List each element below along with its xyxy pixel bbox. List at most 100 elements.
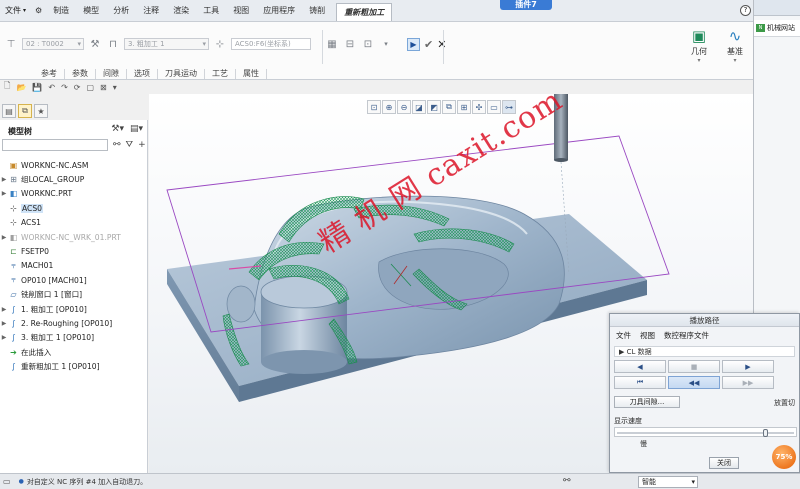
tree-item[interactable]: ⊏ FSETP0 <box>0 244 148 258</box>
tree-item[interactable]: ▶ ∫ 2. Re-Roughing [OP010] <box>0 316 148 330</box>
regenerate-icon[interactable]: ⟳ <box>74 83 81 92</box>
tree-item-label: ACS0 <box>21 203 44 213</box>
tab-applications[interactable]: 应用程序 <box>256 0 302 21</box>
display-icon[interactable]: ⊟ <box>343 37 357 51</box>
dialog-menu-file[interactable]: 文件 <box>616 330 631 341</box>
save-icon[interactable]: 💾 <box>32 83 42 92</box>
plugin-button[interactable]: 插件7 <box>500 0 552 10</box>
subtab-parameters[interactable]: 参数 <box>65 69 96 79</box>
tab-analysis[interactable]: 分析 <box>106 0 136 21</box>
subtab-options[interactable]: 选项 <box>127 69 158 79</box>
tree-settings-icon[interactable]: ⚒▾ <box>111 124 124 134</box>
subtab-references[interactable]: 参考 <box>34 69 65 79</box>
tab-tools[interactable]: 工具 <box>196 0 226 21</box>
find-icon[interactable]: ⚯ <box>563 476 571 486</box>
tab-annotate[interactable]: 注释 <box>136 0 166 21</box>
redo-icon[interactable]: ↷ <box>61 83 68 92</box>
dialog-menu-nc-file[interactable]: 数控程序文件 <box>664 330 709 341</box>
new-file-icon[interactable]: 🗋 <box>4 80 10 94</box>
tab-model[interactable]: 模型 <box>76 0 106 21</box>
cl-data-toggle[interactable]: ▶ CL 数据 <box>614 346 795 357</box>
favorites-tab-icon[interactable]: ★ <box>34 104 48 118</box>
display-speed-slider[interactable] <box>614 427 797 437</box>
browser-bookmark[interactable]: N 机械网站 <box>754 20 800 37</box>
cutter-clearance-button[interactable]: 刀具间隙... <box>614 396 680 408</box>
tab-re-roughing[interactable]: 重新粗加工 <box>336 3 393 21</box>
tree-item[interactable]: ⫧ OP010 [MACH01] <box>0 273 148 287</box>
subtab-tool-motions[interactable]: 刀具运动 <box>158 69 205 79</box>
settings-icon[interactable]: ⚙ <box>31 0 46 21</box>
window-icon: ▱ <box>10 290 17 300</box>
step-select[interactable]: 3. 粗加工 1 <box>124 38 209 50</box>
dialog-menu-view[interactable]: 视图 <box>640 330 655 341</box>
ribbon-right-group: ▣ 几何 ▾ ∿ 基准 ▾ <box>689 26 745 64</box>
tree-item[interactable]: ∫ 重新粗加工 1 [OP010] <box>0 359 148 373</box>
subtab-process[interactable]: 工艺 <box>205 69 236 79</box>
tool-edit-icon[interactable]: ⚒ <box>88 37 102 51</box>
operation-icon: ⫧ <box>11 275 16 285</box>
tree-item[interactable]: ▶ ∫ 1. 粗加工 [OP010] <box>0 302 148 316</box>
group-icon: ⊞ <box>10 175 17 185</box>
close-button[interactable]: 关闭 <box>709 457 739 469</box>
close-window-icon[interactable]: ⊠ <box>100 83 107 92</box>
parameters-icon[interactable]: ▦ <box>325 37 339 51</box>
option-icon[interactable]: ⊡ <box>361 37 375 51</box>
datum-button[interactable]: ∿ 基准 ▾ <box>725 26 745 64</box>
expand-icon[interactable]: ▶ <box>0 334 8 341</box>
tab-render[interactable]: 渲染 <box>166 0 196 21</box>
tree-item[interactable]: ▶ ◧ WORKNC.PRT <box>0 187 148 201</box>
subtab-properties[interactable]: 属性 <box>236 69 267 79</box>
check-icon[interactable]: ✔ <box>424 38 433 51</box>
expand-icon[interactable]: ▶ <box>0 234 8 241</box>
windows-icon[interactable]: ▢ <box>86 83 94 92</box>
geometry-button[interactable]: ▣ 几何 ▾ <box>689 26 709 64</box>
cancel-icon[interactable]: ✕ <box>437 38 446 51</box>
file-menu[interactable]: 文件 ▾ <box>0 0 31 21</box>
tree-item[interactable]: ▶ ∫ 3. 粗加工 1 [OP010] <box>0 331 148 345</box>
play-icon[interactable]: ▶ <box>407 37 420 51</box>
customize-icon[interactable]: ▾ <box>113 83 117 92</box>
tree-item[interactable]: ⊹ ACS1 <box>0 216 148 230</box>
tree-item[interactable]: ▱ 铣削窗口 1 [窗口] <box>0 288 148 302</box>
message-log-icon[interactable]: ▭ <box>3 477 11 486</box>
tree-search-input[interactable] <box>2 139 108 151</box>
subtab-clearance[interactable]: 间隙 <box>96 69 127 79</box>
tree-columns-icon[interactable]: ▤▾ <box>130 124 143 134</box>
tree-item[interactable]: ⊹ ACS0 <box>0 201 148 215</box>
tree-item[interactable]: ▣ WORKNC-NC.ASM <box>0 158 148 172</box>
tree-item[interactable]: ▶ ⊞ 组LOCAL_GROUP <box>0 172 148 186</box>
add-icon[interactable]: + <box>138 140 146 150</box>
tab-label: 渲染 <box>173 6 190 15</box>
rewind-to-start-button[interactable]: ⏮ <box>614 376 666 389</box>
tree-item[interactable]: ➔ 在此插入 <box>0 345 148 359</box>
expand-icon[interactable]: ▶ <box>0 320 8 327</box>
tab-view[interactable]: 视图 <box>226 0 256 21</box>
ribbon-subtabs: 参考 参数 间隙 选项 刀具运动 工艺 属性 <box>34 69 267 79</box>
selection-filter[interactable]: 智能 <box>638 476 698 488</box>
tab-milling[interactable]: 铸削 <box>302 0 332 21</box>
csys-icon: ⊹ <box>10 218 17 228</box>
play-backward-button[interactable]: ◀ <box>614 360 666 373</box>
open-file-icon[interactable]: 📂 <box>16 83 26 92</box>
undo-icon[interactable]: ↶ <box>48 83 55 92</box>
filter-icon[interactable]: ⛛ <box>126 140 134 150</box>
play-forward-button[interactable]: ▶ <box>722 360 774 373</box>
csys-field[interactable]: ACS0:F6(坐标系) <box>231 38 311 50</box>
step-backward-button[interactable]: ◀◀ <box>668 376 720 389</box>
stop-button[interactable]: ■ <box>668 360 720 373</box>
help-icon[interactable]: ? <box>740 5 751 16</box>
tool-select[interactable]: 02 : T0002 <box>22 38 84 50</box>
tree-item[interactable]: ⫧ MACH01 <box>0 259 148 273</box>
tab-manufacture[interactable]: 制造 <box>46 0 76 21</box>
step-forward-button[interactable]: ▶▶ <box>722 376 774 389</box>
expand-icon[interactable]: ▶ <box>0 190 8 197</box>
dropdown-icon[interactable]: ▾ <box>379 37 393 51</box>
expand-icon[interactable]: ▶ <box>0 306 8 313</box>
slider-thumb[interactable] <box>763 429 768 437</box>
layer-tree-tab-icon[interactable]: ▤ <box>2 104 16 118</box>
model-tree-tab-icon[interactable]: ⧉ <box>18 104 32 118</box>
search-icon[interactable]: ⚯ <box>113 140 121 150</box>
expand-icon[interactable]: ▶ <box>0 176 8 183</box>
toolpath-icon: ∫ <box>11 333 16 343</box>
tree-item[interactable]: ▶ ◧ WORKNC-NC_WRK_01.PRT <box>0 230 148 244</box>
